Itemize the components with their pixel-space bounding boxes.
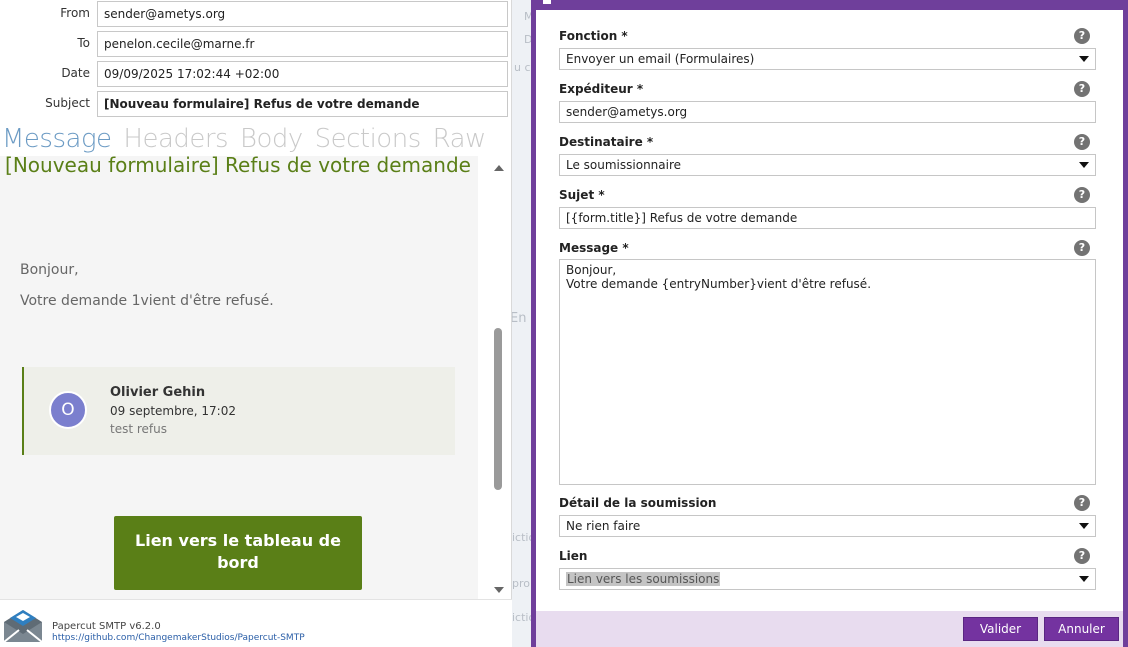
chevron-down-icon[interactable]: [1079, 56, 1089, 62]
message-line: Bonjour,: [566, 263, 617, 277]
chevron-down-icon[interactable]: [1079, 523, 1089, 529]
date-field[interactable]: 09/09/2025 17:02:44 +02:00: [97, 61, 508, 87]
help-icon[interactable]: ?: [1074, 134, 1090, 150]
comment-card: O Olivier Gehin 09 septembre, 17:02 test…: [22, 367, 455, 455]
lien-value: Lien vers les soumissions: [566, 572, 721, 586]
to-field[interactable]: penelon.cecile@marne.fr: [97, 31, 508, 57]
tab-headers[interactable]: Headers: [123, 124, 228, 154]
destinataire-label: Destinataire *: [559, 135, 654, 149]
header-to-row: To penelon.cecile@marne.fr: [0, 30, 512, 58]
view-tabs: Message Headers Body Sections Raw: [2, 124, 494, 158]
help-icon[interactable]: ?: [1074, 187, 1090, 203]
destinataire-select[interactable]: Le soumissionnaire: [559, 154, 1096, 176]
message-preview: [Nouveau formulaire] Refus de votre dema…: [0, 156, 507, 599]
github-link[interactable]: https://github.com/ChangemakerStudios/Pa…: [52, 633, 305, 643]
tab-raw[interactable]: Raw: [433, 124, 487, 154]
sujet-label: Sujet *: [559, 188, 605, 202]
comment-date: 09 septembre, 17:02: [110, 404, 236, 418]
help-icon[interactable]: ?: [1074, 240, 1090, 256]
tab-message[interactable]: Message: [2, 124, 112, 154]
email-message-line: Votre demande 1vient d'être refusé.: [20, 293, 274, 309]
expediteur-label: Expéditeur *: [559, 82, 644, 96]
expediteur-input[interactable]: sender@ametys.org: [559, 101, 1096, 123]
detail-select[interactable]: Ne rien faire: [559, 515, 1096, 537]
cancel-button[interactable]: Annuler: [1044, 617, 1119, 641]
dialog-title-icon: [543, 0, 551, 4]
action-dialog: Fonction * ? Envoyer un email (Formulair…: [531, 0, 1128, 647]
email-title: [Nouveau formulaire] Refus de votre dema…: [5, 156, 471, 177]
comment-text: test refus: [110, 422, 167, 436]
validate-button[interactable]: Valider: [963, 617, 1038, 641]
avatar: O: [49, 391, 87, 429]
date-label: Date: [61, 66, 90, 80]
from-field[interactable]: sender@ametys.org: [97, 1, 508, 27]
detail-value: Ne rien faire: [566, 519, 641, 533]
fonction-select[interactable]: Envoyer un email (Formulaires): [559, 48, 1096, 70]
header-subject-row: Subject [Nouveau formulaire] Refus de vo…: [0, 90, 512, 118]
message-label: Message *: [559, 241, 629, 255]
lien-label: Lien: [559, 549, 588, 563]
subject-field[interactable]: [Nouveau formulaire] Refus de votre dema…: [97, 91, 508, 117]
message-textarea[interactable]: Bonjour, Votre demande {entryNumber}vien…: [559, 259, 1096, 485]
tab-sections[interactable]: Sections: [315, 124, 422, 154]
help-icon[interactable]: ?: [1074, 28, 1090, 44]
dialog-footer: Valider Annuler: [536, 611, 1123, 647]
vertical-scrollbar[interactable]: [491, 156, 507, 599]
chevron-down-icon[interactable]: [1079, 162, 1089, 168]
email-greeting: Bonjour,: [20, 262, 79, 278]
chevron-down-icon[interactable]: [1079, 576, 1089, 582]
dialog-body: Fonction * ? Envoyer un email (Formulair…: [536, 10, 1123, 611]
version-text: Papercut SMTP v6.2.0: [52, 621, 161, 632]
help-icon[interactable]: ?: [1074, 548, 1090, 564]
background-text: pro: [512, 577, 530, 590]
subject-label: Subject: [45, 96, 90, 110]
papercut-logo-icon: [3, 610, 43, 643]
email-body: [Nouveau formulaire] Refus de votre dema…: [0, 156, 478, 599]
comment-author: Olivier Gehin: [110, 385, 206, 400]
lien-select[interactable]: Lien vers les soumissions: [559, 568, 1096, 590]
tab-body[interactable]: Body: [240, 124, 303, 154]
dashboard-link-button[interactable]: Lien vers le tableau de bord: [114, 516, 362, 590]
from-label: From: [60, 6, 90, 20]
help-icon[interactable]: ?: [1074, 81, 1090, 97]
fonction-value: Envoyer un email (Formulaires): [566, 52, 755, 66]
header-date-row: Date 09/09/2025 17:02:44 +02:00: [0, 60, 512, 88]
scroll-down-icon[interactable]: [494, 587, 504, 593]
sujet-input[interactable]: [{form.title}] Refus de votre demande: [559, 207, 1096, 229]
to-label: To: [77, 36, 90, 50]
header-from-row: From sender@ametys.org: [0, 0, 512, 28]
scroll-up-icon[interactable]: [494, 165, 504, 171]
message-line: Votre demande {entryNumber}vient d'être …: [566, 277, 872, 291]
detail-label: Détail de la soumission: [559, 496, 717, 510]
fonction-label: Fonction *: [559, 29, 628, 43]
background-text: En: [512, 311, 527, 326]
papercut-window: From sender@ametys.org To penelon.cecile…: [0, 0, 512, 647]
destinataire-value: Le soumissionnaire: [566, 158, 682, 172]
app-footer: Papercut SMTP v6.2.0 https://github.com/…: [0, 599, 512, 647]
help-icon[interactable]: ?: [1074, 495, 1090, 511]
scrollbar-thumb[interactable]: [494, 328, 502, 490]
